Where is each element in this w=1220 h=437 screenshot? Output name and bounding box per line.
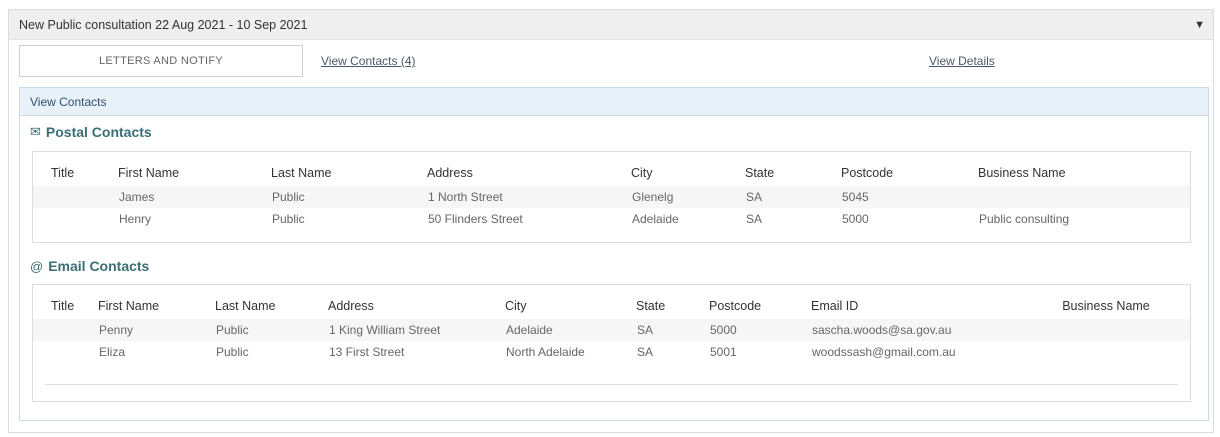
table-cell: SA [745,186,841,208]
table-cell: Public [216,345,249,359]
table-cell [1023,341,1190,363]
column-header: Last Name [271,165,332,180]
table-cell: woodssash@gmail.com.au [812,345,956,359]
table-cell: Penny [98,319,215,341]
tab-view-details[interactable]: View Details [929,54,995,68]
table-cell: Public [215,319,328,341]
table-cell: 13 First Street [329,345,405,359]
email-contacts-table-box: Title First Name Last Name Address City State… [32,284,1191,402]
tab-view-contacts[interactable]: View Contacts (4) [321,54,415,68]
table-cell [33,186,118,208]
panel-header[interactable]: New Public consultation 22 Aug 2021 - 10… [9,10,1213,40]
table-row[interactable]: Henry Public 50 Flinders Street Adelaide SA 5… [33,208,1190,230]
column-header: First Name [98,298,160,313]
panel-title: New Public consultation 22 Aug 2021 - 10… [19,17,308,32]
view-contacts-box: View Contacts ✉ Postal Contacts Title Fir… [19,87,1209,421]
tab-bar: LETTERS AND NOTIFY View Contacts (4) Vie… [19,45,1201,79]
email-contacts-label: Email Contacts [48,258,150,274]
column-header: First Name [118,165,180,180]
envelope-icon: ✉ [30,124,41,139]
table-cell [33,208,118,230]
table-cell: 5045 [841,186,978,208]
table-cell: Adelaide [505,319,636,341]
table-row[interactable]: Penny Public 1 King William Street Adelaide… [33,319,1190,341]
table-cell: 50 Flinders Street [428,212,523,226]
table-cell: 5000 [842,212,869,226]
table-cell: James [118,186,271,208]
table-cell: sascha.woods@sa.gov.au [811,319,1023,341]
table-row[interactable]: James Public 1 North Street Glenelg SA 5045 [33,186,1190,208]
table-cell: Public consulting [979,212,1070,226]
view-contacts-header: View Contacts [20,88,1208,116]
consultation-panel: New Public consultation 22 Aug 2021 - 10… [8,9,1214,433]
table-cell: Henry [119,212,152,226]
column-header: Postcode [841,165,894,180]
table-cell: SA [746,212,763,226]
column-header: State [745,165,775,180]
table-cell: SA [636,319,709,341]
column-header: Business Name [978,165,1066,180]
column-header: Business Name [1062,298,1150,313]
postal-contacts-title: ✉ Postal Contacts [30,124,152,140]
column-header: Email ID [811,298,859,313]
chevron-down-icon[interactable]: ▼ [1194,19,1205,31]
table-cell: Glenelg [631,186,745,208]
table-cell: SA [637,345,654,359]
table-cell: 5000 [709,319,811,341]
table-cell: 1 North Street [427,186,631,208]
column-header: City [505,298,527,313]
table-cell: Adelaide [632,212,679,226]
column-header: Address [427,165,473,180]
email-contacts-table: Title First Name Last Name Address City State… [33,292,1190,363]
column-header: Title [51,298,75,313]
column-header: Address [328,298,374,313]
column-header: Title [51,165,75,180]
column-header: City [631,165,653,180]
table-cell: Eliza [99,345,126,359]
postal-contacts-table-box: Title First Name Last Name Address City State… [32,151,1191,243]
table-cell [33,341,98,363]
table-cell [978,186,1190,208]
table-cell: North Adelaide [506,345,585,359]
tab-letters-and-notify[interactable]: LETTERS AND NOTIFY [19,45,303,77]
email-table-divider [45,384,1178,385]
column-header: Last Name [215,298,276,313]
at-icon: @ [30,258,44,274]
table-cell [33,319,98,341]
table-cell [1023,319,1190,341]
table-cell: 1 King William Street [328,319,505,341]
table-cell: 5001 [710,345,737,359]
email-contacts-title: @ Email Contacts [30,258,149,274]
postal-contacts-label: Postal Contacts [45,124,152,140]
column-header: State [636,298,666,313]
postal-contacts-table: Title First Name Last Name Address City State… [33,159,1190,230]
column-header: Postcode [709,298,762,313]
table-cell: Public [272,212,305,226]
table-cell: Public [271,186,427,208]
table-row[interactable]: Eliza Public 13 First Street North Adelaide… [33,341,1190,363]
